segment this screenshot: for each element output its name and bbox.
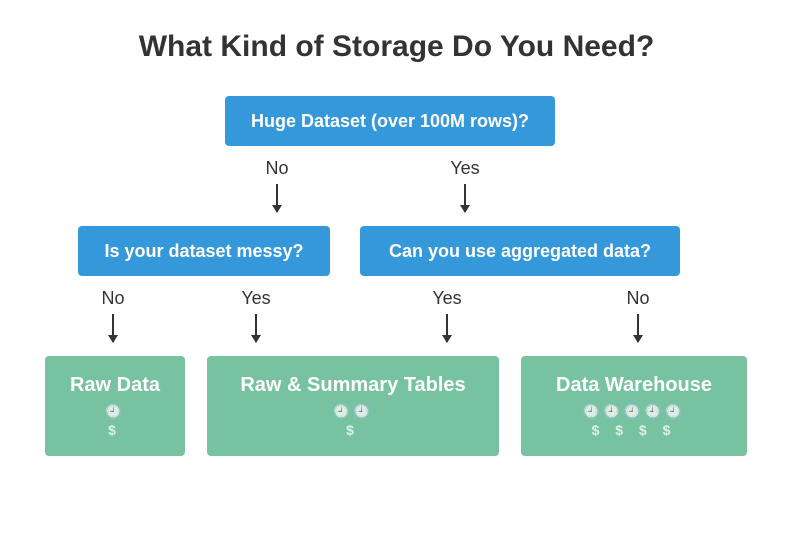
leaf-raw-summary: Raw & Summary Tables 🕘🕘 $ — [207, 356, 499, 456]
leaf-raw-data: Raw Data 🕘 $ — [45, 356, 185, 456]
node-right-label: Can you use aggregated data? — [389, 241, 651, 262]
clock-icon: 🕘🕘🕘🕘🕘 — [583, 403, 685, 420]
arrow-root-no — [276, 184, 278, 212]
edge-right-no-label: No — [618, 288, 658, 309]
edge-root-yes-label: Yes — [445, 158, 485, 179]
clock-icon: 🕘 — [105, 403, 125, 420]
edge-left-no-label: No — [93, 288, 133, 309]
diagram-title: What Kind of Storage Do You Need? — [0, 30, 793, 64]
edge-right-yes-label: Yes — [427, 288, 467, 309]
arrow-root-yes — [464, 184, 466, 212]
node-root-label: Huge Dataset (over 100M rows)? — [251, 111, 529, 132]
leaf-data-warehouse-label: Data Warehouse — [556, 374, 712, 397]
leaf-raw-data-label: Raw Data — [70, 374, 160, 397]
dollar-icon: $ $ $ $ — [592, 422, 677, 438]
node-right: Can you use aggregated data? — [360, 226, 680, 276]
node-left: Is your dataset messy? — [78, 226, 330, 276]
arrow-right-yes — [446, 314, 448, 342]
arrow-left-yes — [255, 314, 257, 342]
flowchart: What Kind of Storage Do You Need? Huge D… — [0, 0, 793, 552]
leaf-data-warehouse: Data Warehouse 🕘🕘🕘🕘🕘 $ $ $ $ — [521, 356, 747, 456]
clock-icon: 🕘🕘 — [333, 403, 374, 420]
arrow-left-no — [112, 314, 114, 342]
edge-root-no-label: No — [257, 158, 297, 179]
node-root: Huge Dataset (over 100M rows)? — [225, 96, 555, 146]
node-left-label: Is your dataset messy? — [104, 241, 303, 262]
leaf-raw-summary-label: Raw & Summary Tables — [240, 374, 465, 397]
edge-left-yes-label: Yes — [236, 288, 276, 309]
dollar-icon: $ — [108, 422, 122, 438]
dollar-icon: $ — [346, 422, 360, 438]
arrow-right-no — [637, 314, 639, 342]
